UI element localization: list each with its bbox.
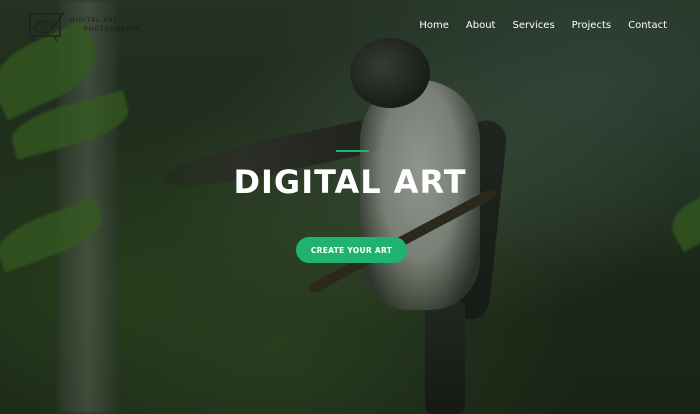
nav-link-contact[interactable]: Contact: [628, 20, 667, 31]
hero-overlay: [0, 0, 700, 414]
nav-link-projects[interactable]: Projects: [572, 20, 611, 31]
nav-link-home[interactable]: Home: [419, 20, 449, 31]
site-logo[interactable]: DIGITAL ART PHOTOGRAPHY: [28, 10, 141, 42]
create-your-art-button[interactable]: CREATE YOUR ART: [296, 237, 407, 263]
brand-line-2: PHOTOGRAPHY: [84, 26, 141, 33]
hero-title: DIGITAL ART: [233, 163, 467, 201]
title-accent-divider: [336, 150, 369, 152]
nav-link-about[interactable]: About: [466, 20, 496, 31]
nav-link-services[interactable]: Services: [512, 20, 554, 31]
hero-section: DIGITAL ART PHOTOGRAPHY Home About Servi…: [0, 0, 700, 414]
brand-line-1: DIGITAL ART: [70, 17, 118, 24]
palette-easel-icon: [29, 11, 65, 42]
main-nav: Home About Services Projects Contact: [419, 20, 667, 31]
brand-name: DIGITAL ART PHOTOGRAPHY: [70, 16, 141, 34]
